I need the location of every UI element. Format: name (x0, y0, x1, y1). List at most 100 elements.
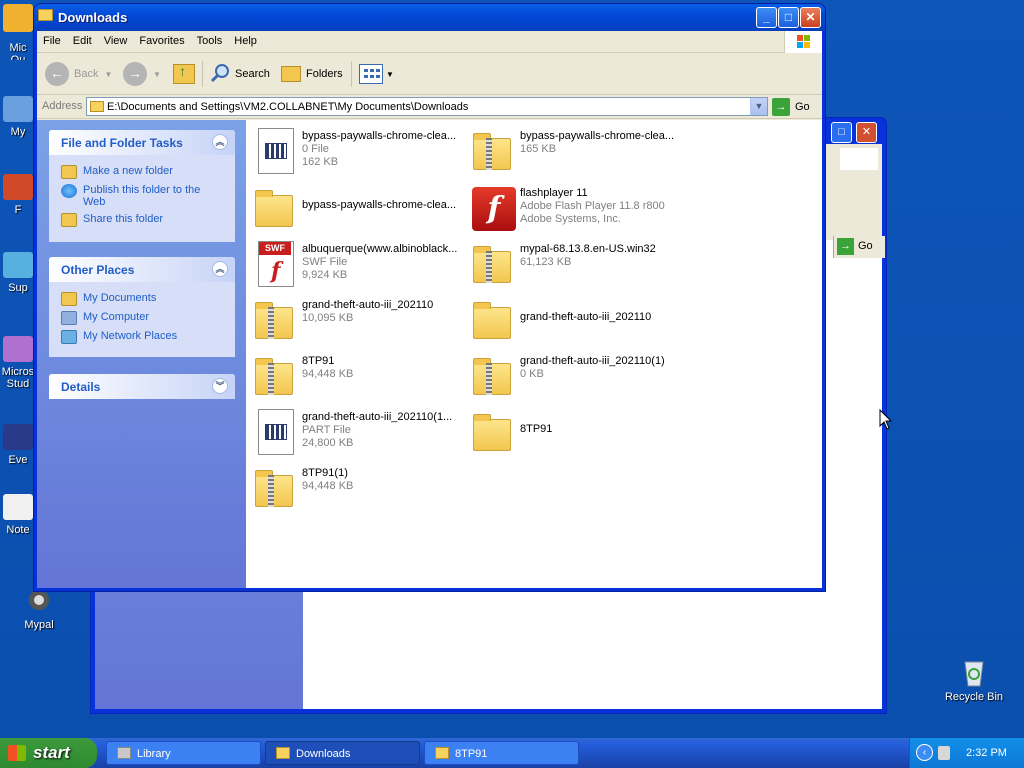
application-icon (3, 336, 33, 362)
flash-player-icon: f (468, 185, 516, 231)
file-item[interactable]: grand-theft-auto-iii_202110(1) 0 KB (464, 350, 682, 406)
zip-folder-icon (468, 353, 516, 399)
share-folder-link[interactable]: Share this folder (61, 213, 225, 227)
address-bar: Address E:\Documents and Settings\VM2.CO… (37, 95, 822, 119)
windows-logo-icon (8, 745, 26, 761)
up-folder-button[interactable]: ↑ (173, 61, 195, 87)
maximize-button[interactable]: □ (778, 7, 799, 28)
system-tray: ‹ 2:32 PM (909, 738, 1024, 768)
volume-icon[interactable] (938, 746, 950, 760)
collapse-chevron-icon[interactable]: ︽ (212, 261, 228, 277)
desktop-icon-label: My (10, 126, 26, 138)
close-button[interactable]: ✕ (800, 7, 821, 28)
file-item[interactable]: grand-theft-auto-iii_202110 (464, 294, 682, 350)
desktop-icon-ms-studio[interactable]: Micros Stud (0, 336, 36, 390)
library-icon (117, 747, 131, 759)
file-item[interactable]: bypass-paywalls-chrome-clea... 0 File 162 … (246, 125, 464, 181)
title-bar[interactable]: Downloads _ □ ✕ (34, 4, 825, 31)
my-documents-icon (61, 292, 77, 306)
file-item[interactable]: 8TP91 (464, 406, 682, 462)
back-arrow-icon: ← (45, 62, 69, 86)
file-and-folder-tasks-panel: File and Folder Tasks ︽ Make a new folder… (49, 130, 235, 242)
panel-header[interactable]: File and Folder Tasks ︽ (49, 130, 235, 155)
task-pane: File and Folder Tasks ︽ Make a new folder… (37, 120, 246, 588)
folders-button[interactable]: Folders (281, 61, 343, 87)
folder-icon (250, 185, 298, 231)
panel-header[interactable]: Details ︾ (49, 374, 235, 399)
zip-folder-icon (250, 353, 298, 399)
expand-chevron-icon[interactable]: ︾ (212, 378, 228, 394)
desktop-icon-recycle-bin[interactable]: Recycle Bin (939, 656, 1009, 703)
file-list: bypass-paywalls-chrome-clea... 0 File 162 … (246, 120, 822, 588)
address-label: Address (42, 100, 83, 112)
make-new-folder-link[interactable]: Make a new folder (61, 165, 225, 179)
desktop-icon-ms-outlook[interactable]: Mic Ou (0, 4, 36, 60)
desktop-icon-note[interactable]: Note (0, 494, 36, 536)
menu-view[interactable]: View (98, 31, 134, 47)
zip-folder-icon (250, 465, 298, 511)
taskbar-item-library[interactable]: Library (106, 741, 261, 765)
menu-help[interactable]: Help (228, 31, 263, 47)
panel-header[interactable]: Other Places ︽ (49, 257, 235, 282)
file-item[interactable]: grand-theft-auto-iii_202110(1... PART Fil… (246, 406, 464, 462)
file-item[interactable]: bypass-paywalls-chrome-clea... 165 KB (464, 125, 682, 181)
zip-folder-icon (468, 128, 516, 174)
maximize-button[interactable]: □ (831, 122, 852, 143)
desktop-icon-label: Sup (8, 282, 28, 294)
address-value: E:\Documents and Settings\VM2.COLLABNET\… (107, 101, 469, 113)
file-item[interactable]: mypal-68.13.8.en-US.win32 61,123 KB (464, 238, 682, 294)
desktop-icon-my[interactable]: My (0, 96, 36, 138)
expand-tray-icon[interactable]: ‹ (916, 744, 933, 761)
swf-file-icon: SWF f (250, 241, 298, 287)
minimize-button[interactable]: _ (756, 7, 777, 28)
background-go-button[interactable]: → Go (833, 236, 885, 258)
folder-icon (38, 9, 53, 21)
back-button[interactable]: ← Back ▼ (45, 61, 112, 87)
chevron-down-icon[interactable]: ▼ (750, 98, 767, 115)
start-button[interactable]: start (0, 738, 97, 768)
up-folder-icon: ↑ (173, 63, 195, 84)
desktop-icon-label: Note (6, 524, 30, 536)
explorer-window[interactable]: Downloads _ □ ✕ File Edit View Favorites Too… (33, 3, 826, 592)
toolbar-separator (351, 61, 352, 87)
file-item[interactable]: grand-theft-auto-iii_202110 10,095 KB (246, 294, 464, 350)
menu-file[interactable]: File (37, 31, 67, 47)
desktop-icon-eve[interactable]: Eve (0, 424, 36, 466)
chevron-down-icon: ▼ (104, 69, 113, 79)
file-item[interactable]: f flashplayer 11 Adobe Flash Player 11.8 … (464, 182, 682, 238)
my-network-places-link[interactable]: My Network Places (61, 330, 225, 344)
menu-edit[interactable]: Edit (67, 31, 98, 47)
views-button[interactable]: ▼ (359, 61, 394, 87)
desktop-icon-label: Eve (8, 454, 28, 466)
globe-icon (61, 184, 77, 198)
notepad-icon (3, 494, 33, 520)
recycle-bin-icon (958, 656, 990, 688)
my-computer-icon (61, 311, 77, 325)
file-item[interactable]: 8TP91(1) 94,448 KB (246, 462, 464, 518)
my-documents-link[interactable]: My Documents (61, 292, 225, 306)
clock[interactable]: 2:32 PM (966, 747, 1007, 759)
window-client: File Edit View Favorites Tools Help ← Back ▼ … (37, 31, 822, 588)
publish-to-web-link[interactable]: Publish this folder to the Web (61, 184, 225, 208)
toolbar-separator (202, 61, 203, 87)
desktop-icon-sup[interactable]: Sup (0, 252, 36, 294)
my-computer-link[interactable]: My Computer (61, 311, 225, 325)
taskbar-item-downloads[interactable]: Downloads (265, 741, 420, 765)
share-folder-icon (61, 213, 77, 227)
taskbar-item-8tp91[interactable]: 8TP91 (424, 741, 579, 765)
application-icon (3, 4, 33, 32)
search-button[interactable]: Search (209, 61, 270, 87)
go-button[interactable]: → Go (772, 97, 810, 116)
collapse-chevron-icon[interactable]: ︽ (212, 134, 228, 150)
file-item[interactable]: bypass-paywalls-chrome-clea... (246, 182, 464, 238)
menu-tools[interactable]: Tools (191, 31, 229, 47)
file-item[interactable]: SWF f albuquerque(www.albinoblack... SWF F… (246, 238, 464, 294)
forward-button[interactable]: → ▼ (123, 61, 161, 87)
desktop-icon-label: F (14, 204, 22, 216)
menu-favorites[interactable]: Favorites (133, 31, 190, 47)
desktop-icon-label: Mypal (24, 619, 54, 631)
close-button[interactable]: ✕ (856, 122, 877, 143)
file-item[interactable]: 8TP91 94,448 KB (246, 350, 464, 406)
address-input[interactable]: E:\Documents and Settings\VM2.COLLABNET\… (86, 97, 768, 116)
desktop-icon-f[interactable]: F (0, 174, 36, 216)
